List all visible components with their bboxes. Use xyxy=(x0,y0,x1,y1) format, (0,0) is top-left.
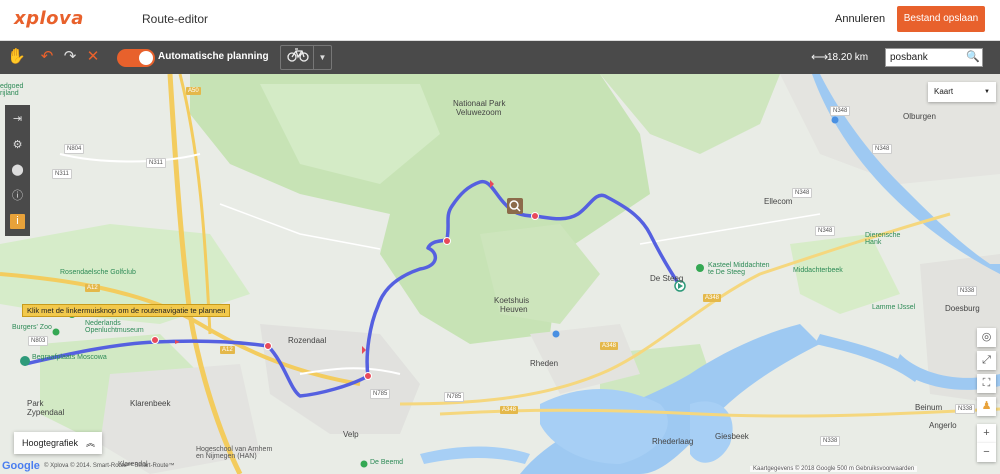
import-icon[interactable]: ⇥ xyxy=(10,112,25,127)
road-shield: N785 xyxy=(370,389,391,399)
elevation-label: Hoogtegrafiek xyxy=(22,438,79,448)
warning-info-icon[interactable]: i xyxy=(10,214,25,229)
zoom-in-button[interactable]: + xyxy=(977,424,996,443)
pegman-icon[interactable]: ♟ xyxy=(977,397,996,416)
save-button[interactable]: Bestand opslaan xyxy=(897,6,985,32)
road-shield: N785 xyxy=(444,392,465,402)
header: xplova Route-editor Annuleren Bestand op… xyxy=(0,0,1000,41)
road-shield: N311 xyxy=(52,169,72,179)
map-label: Burgers' Zoo xyxy=(12,324,52,331)
gear-icon[interactable]: ⚙ xyxy=(10,138,25,153)
chevron-down-icon[interactable]: ▼ xyxy=(313,46,331,69)
road-shield: A348 xyxy=(600,342,619,350)
fullscreen-icon[interactable]: ⛶ xyxy=(977,374,996,393)
planning-toggle[interactable] xyxy=(117,49,155,67)
waypoint[interactable] xyxy=(531,212,539,220)
side-panel: ⇥ ⚙ ⬤ ⓘ i xyxy=(5,105,30,236)
search-icon[interactable]: 🔍 xyxy=(963,48,983,67)
toolbar: ✋ ↶ ↷ ✕ Automatische planning ▼ ⟷ 18.20 … xyxy=(0,41,1000,74)
map-label: Hogeschool van Arnhem en Nijmegen (HAN) xyxy=(196,446,273,460)
road-shield: N348 xyxy=(792,188,813,198)
start-marker[interactable] xyxy=(20,356,30,366)
close-icon[interactable]: ✕ xyxy=(84,48,102,66)
google-logo: Google xyxy=(2,460,40,472)
road-shield: A348 xyxy=(703,294,722,302)
route-tooltip: Klik met de linkermuisknop om de routena… xyxy=(22,304,231,317)
map-label: Ellecom xyxy=(764,197,793,206)
chevron-down-icon: ▼ xyxy=(984,89,990,95)
map-label: Nederlands Openluchtmuseum xyxy=(85,320,144,334)
map-label: De Beemd xyxy=(370,459,404,466)
hand-icon[interactable]: ✋ xyxy=(7,48,26,66)
map-label: edgoed rijland xyxy=(0,83,24,97)
road-shield: A12 xyxy=(85,284,100,292)
map-label: Velp xyxy=(343,430,359,439)
profile-select[interactable]: ▼ xyxy=(280,45,332,70)
map-label: Beinum xyxy=(915,403,943,412)
map-label: Rhederlaag xyxy=(652,437,694,446)
map-label: Heuven xyxy=(500,305,528,314)
xplova-logo[interactable]: xplova xyxy=(14,8,84,29)
redo-icon[interactable]: ↷ xyxy=(61,48,79,66)
map-label: Veluwezoom xyxy=(456,108,502,117)
road-shield: N338 xyxy=(957,286,978,296)
waypoint[interactable] xyxy=(443,237,451,245)
waypoint[interactable] xyxy=(364,372,372,380)
locate-icon[interactable]: ◎ xyxy=(977,328,996,347)
map-label: Koetshuis xyxy=(494,296,530,305)
map-label: Klarenbeek xyxy=(130,399,171,408)
road-shield: N338 xyxy=(955,404,976,414)
waypoint[interactable] xyxy=(151,336,159,344)
road-shield: N348 xyxy=(872,144,893,154)
map-label: Begraafplaats Moscowa xyxy=(32,354,107,361)
map-label: De Steeg xyxy=(650,274,684,283)
map-label: Kasteel Middachten te De Steeg xyxy=(708,262,770,276)
map-label: Angerlo xyxy=(929,421,957,430)
map-label: Dierensche Hank xyxy=(865,232,901,246)
map-canvas xyxy=(0,74,1000,474)
bicycle-icon xyxy=(284,48,312,67)
road-shield: N338 xyxy=(820,436,841,446)
road-shield: N348 xyxy=(830,106,851,116)
elevation-toggle[interactable]: Hoogtegrafiek ︽ xyxy=(14,432,102,454)
toggle-knob xyxy=(139,51,153,65)
map-label: Rheden xyxy=(530,359,559,368)
map-label: Nationaal Park xyxy=(453,99,506,108)
expand-icon[interactable]: ⤢ xyxy=(977,351,996,370)
map-label: Olburgen xyxy=(903,112,936,121)
pin-icon[interactable]: ⬤ xyxy=(10,163,25,178)
road-shield: A12 xyxy=(220,346,235,354)
zoom-out-button[interactable]: − xyxy=(977,443,996,462)
planning-label: Automatische planning xyxy=(158,51,269,62)
route-distance: 18.20 km xyxy=(827,52,869,63)
chevron-up-icon: ︽ xyxy=(85,438,95,448)
map-label: Park Zypendaal xyxy=(27,399,65,417)
road-shield: N804 xyxy=(64,144,85,154)
info-icon[interactable]: ⓘ xyxy=(10,189,25,204)
map-label: Middachterbeek xyxy=(793,267,843,274)
map-label: Lamme IJssel xyxy=(872,304,916,311)
map-attribution[interactable]: Kaartgegevens © 2018 Google 500 m Gebrui… xyxy=(750,466,918,472)
map-label: Giesbeek xyxy=(715,432,749,441)
page-title: Route-editor xyxy=(142,12,209,26)
road-shield: N311 xyxy=(146,158,166,168)
waypoint[interactable] xyxy=(264,342,272,350)
cancel-button[interactable]: Annuleren xyxy=(835,13,885,25)
road-shield: A50 xyxy=(186,87,201,95)
distance-icon: ⟷ xyxy=(811,50,829,64)
road-shield: A348 xyxy=(500,406,519,414)
undo-icon[interactable]: ↶ xyxy=(38,48,56,66)
map-label: Rozendaal xyxy=(288,336,327,345)
map-type-select[interactable]: Kaart ▼ xyxy=(928,82,996,102)
map-type-label: Kaart xyxy=(934,87,954,96)
map[interactable]: Nationaal Park Veluwezoom Koetshuis Heuv… xyxy=(0,74,1000,474)
map-label: Doesburg xyxy=(945,304,980,313)
copyright-text: © Xplova © 2014. Smart-Route™ Smart-Rout… xyxy=(44,463,175,469)
road-shield: N348 xyxy=(815,226,836,236)
map-label: Rosendaelsche Golfclub xyxy=(60,269,136,276)
road-shield: N803 xyxy=(28,336,49,346)
